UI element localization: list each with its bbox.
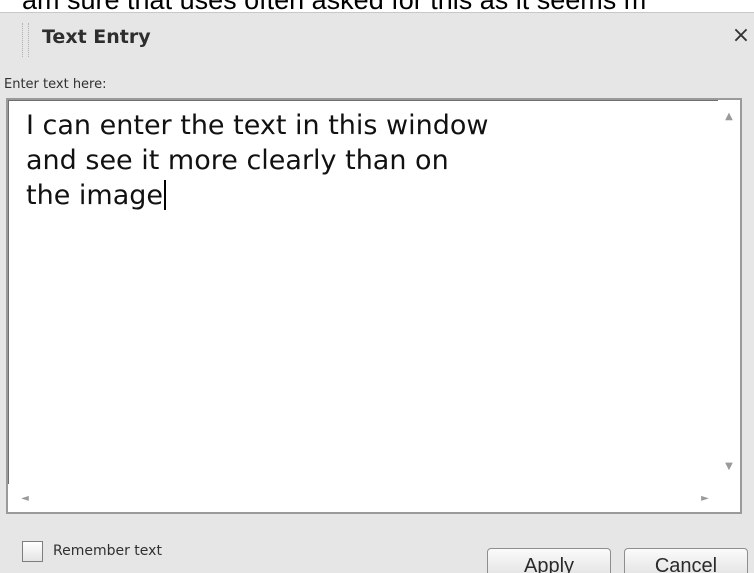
field-label: Enter text here: [4, 77, 107, 92]
scroll-left-arrow-icon[interactable]: ◄ [20, 494, 30, 504]
vertical-scrollbar[interactable]: ▲ ▼ [718, 100, 740, 482]
scroll-right-arrow-icon[interactable]: ► [700, 494, 710, 504]
text-entry-content[interactable]: I can enter the text in this window and … [26, 108, 686, 478]
text-entry-field[interactable]: I can enter the text in this window and … [6, 98, 742, 514]
scroll-up-arrow-icon[interactable]: ▲ [722, 112, 736, 122]
horizontal-scrollbar[interactable]: ◄ ► [8, 484, 718, 512]
cancel-button[interactable]: Cancel [624, 548, 748, 573]
apply-button[interactable]: Apply [487, 548, 611, 573]
title-grip-handle[interactable] [22, 23, 29, 57]
remember-text-label[interactable]: Remember text [53, 543, 162, 559]
text-entry-value: I can enter the text in this window and … [26, 110, 489, 211]
text-entry-dialog: Text Entry × Enter text here: I can ente… [0, 12, 754, 573]
scroll-down-arrow-icon[interactable]: ▼ [722, 462, 736, 472]
dialog-title: Text Entry [42, 26, 151, 48]
close-icon[interactable]: × [728, 21, 754, 51]
text-caret [164, 180, 166, 210]
remember-text-checkbox[interactable] [22, 541, 43, 562]
